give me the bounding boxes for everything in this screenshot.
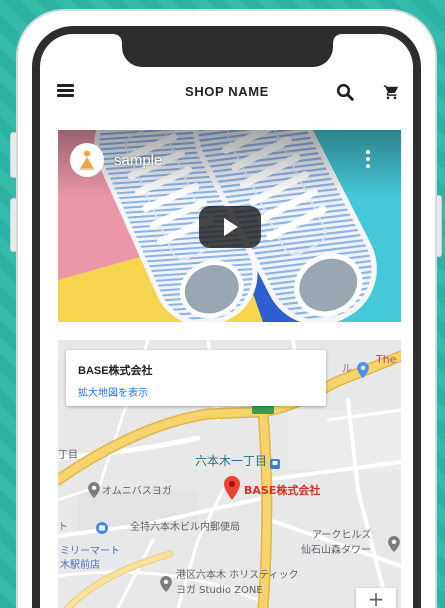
phone-notch [114,26,341,67]
dot [366,164,370,168]
dot [366,150,370,154]
map-label: ミリーマート [60,546,120,557]
map-label: The [376,353,397,366]
map-label: 港区六本木 ホリスティック [176,570,299,581]
blue-poi-pin-icon[interactable] [357,362,369,383]
shop-header: SHOP NAME [40,70,413,116]
marker-label: BASE株式会社 [244,484,321,497]
menu-bar [57,94,74,97]
google-map[interactable]: The ル 丁目 六本木一丁目 オムニバスヨガ BASE株式会社 ト 全特六本木… [58,340,401,608]
station-label[interactable]: 六本木一丁目 [195,454,267,468]
place-info-card: BASE株式会社 拡大地図を表示 [66,350,326,406]
gray-poi-pin-icon[interactable] [88,482,100,503]
map-label: オムニバスヨガ [102,486,172,497]
subway-icon[interactable] [270,456,280,474]
cart-icon[interactable] [383,84,400,100]
phone-screen: SHOP NAME sample The ル 丁目 六本木一丁目 オムニバスヨガ… [40,34,413,608]
striped-teal-background: SHOP NAME sample The ル 丁目 六本木一丁目 オムニバスヨガ… [0,0,445,608]
map-label: ル [342,364,352,375]
play-button[interactable] [199,206,261,248]
hamburger-menu-icon[interactable] [57,84,74,98]
map-label: 仙石山森タワー [301,545,371,556]
channel-avatar-icon[interactable] [70,143,104,177]
play-icon [224,218,238,236]
zoom-in-button[interactable]: + [356,588,396,608]
more-vert-icon[interactable] [363,150,373,170]
red-location-pin-icon[interactable] [224,476,240,505]
gray-poi-pin-icon[interactable] [160,576,172,597]
search-icon[interactable] [336,83,354,101]
video-player[interactable]: sample [58,130,401,322]
map-label: ヨガ Studio ZONE [176,585,263,596]
view-larger-map-link[interactable]: 拡大地図を表示 [78,384,148,399]
gray-poi-pin-icon[interactable] [388,536,400,557]
map-label: ト [58,522,68,533]
video-title[interactable]: sample [114,152,162,170]
menu-bar [57,84,74,87]
dot [366,157,370,161]
place-name: BASE株式会社 [78,365,153,377]
post-office-icon[interactable] [96,521,108,539]
shop-name-title[interactable]: SHOP NAME [127,84,327,100]
menu-bar [57,89,74,92]
map-label: アークヒルズ [312,530,372,541]
map-label: 木駅前店 [60,560,100,571]
map-label: 全特六本木ビル内郵便局 [130,522,240,533]
map-label: 丁目 [58,450,78,461]
